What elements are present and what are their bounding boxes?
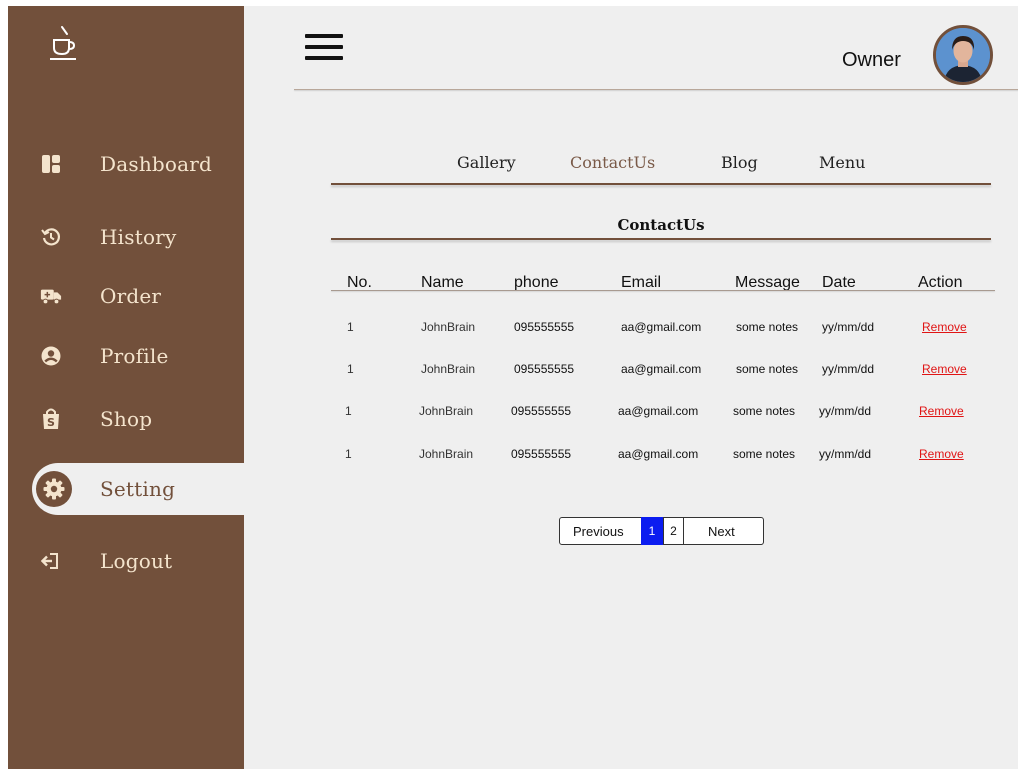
avatar[interactable] [933, 25, 993, 85]
svg-text:S: S [47, 416, 55, 429]
cell-date: yy/mm/dd [822, 362, 875, 376]
app-frame: Dashboard History Order Profile S Shop S… [8, 6, 1018, 769]
remove-link[interactable]: Remove [922, 320, 967, 334]
sidebar-item-dashboard[interactable]: Dashboard [8, 138, 244, 190]
logout-icon [40, 550, 62, 572]
cell-message: some notes [736, 320, 799, 334]
sidebar: Dashboard History Order Profile S Shop S… [8, 6, 244, 769]
tab-contactus[interactable]: ContactUs [570, 153, 655, 172]
cell-phone: 095555555 [514, 320, 575, 334]
user-name: Owner [842, 49, 901, 71]
hamburger-menu-icon[interactable] [305, 34, 343, 62]
cell-email: aa@gmail.com [618, 404, 699, 418]
history-icon [40, 226, 62, 248]
tab-blog[interactable]: Blog [721, 153, 758, 172]
cell-message: some notes [736, 362, 799, 376]
sidebar-item-label: Order [100, 284, 162, 308]
cell-phone: 095555555 [511, 404, 572, 418]
sidebar-item-logout[interactable]: Logout [8, 535, 244, 587]
cell-phone: 095555555 [514, 362, 575, 376]
sidebar-item-label: Shop [100, 407, 153, 431]
cell-no: 1 [347, 320, 354, 334]
cell-email: aa@gmail.com [621, 320, 702, 334]
sidebar-item-setting[interactable]: Setting [32, 463, 244, 515]
cell-message: some notes [733, 404, 796, 418]
cell-name: JohnBrain [421, 362, 476, 376]
cell-date: yy/mm/dd [819, 404, 872, 418]
cell-message: some notes [733, 447, 796, 461]
sidebar-item-label: Profile [100, 344, 169, 368]
coffee-cup-logo-icon[interactable] [48, 24, 78, 64]
cell-no: 1 [345, 404, 352, 418]
sidebar-item-label: Dashboard [100, 152, 213, 176]
tab-menu[interactable]: Menu [819, 153, 865, 172]
remove-link[interactable]: Remove [922, 362, 967, 376]
cell-name: JohnBrain [419, 447, 474, 461]
dashboard-icon [40, 153, 62, 175]
section-divider [331, 238, 991, 240]
cell-date: yy/mm/dd [822, 320, 875, 334]
remove-link[interactable]: Remove [919, 404, 964, 418]
header-divider [294, 89, 1018, 90]
pagination: Previous 1 2 Next [559, 517, 764, 545]
next-page-button[interactable]: Next [708, 524, 735, 539]
cell-no: 1 [347, 362, 354, 376]
tab-gallery[interactable]: Gallery [457, 153, 516, 172]
previous-page-button[interactable]: Previous [573, 524, 624, 539]
tabs-divider [331, 183, 991, 185]
sidebar-item-order[interactable]: Order [8, 270, 244, 322]
sidebar-item-label: Setting [100, 477, 176, 501]
sidebar-item-shop[interactable]: S Shop [8, 393, 244, 445]
sidebar-item-label: History [100, 225, 177, 249]
sidebar-item-profile[interactable]: Profile [8, 330, 244, 382]
truck-icon [40, 285, 62, 307]
cell-name: JohnBrain [419, 404, 474, 418]
cell-email: aa@gmail.com [621, 362, 702, 376]
sidebar-item-history[interactable]: History [8, 211, 244, 263]
cell-date: yy/mm/dd [819, 447, 872, 461]
remove-link[interactable]: Remove [919, 447, 964, 461]
page-1-button[interactable]: 1 [641, 517, 663, 545]
cell-email: aa@gmail.com [618, 447, 699, 461]
user-icon [40, 345, 62, 367]
sidebar-item-label: Logout [100, 549, 173, 573]
page-2-button[interactable]: 2 [663, 517, 684, 545]
section-title: ContactUs [617, 216, 705, 234]
shopping-bag-icon: S [40, 408, 62, 430]
table-header-divider [331, 290, 995, 291]
gear-icon [36, 471, 72, 507]
cell-no: 1 [345, 447, 352, 461]
cell-phone: 095555555 [511, 447, 572, 461]
cell-name: JohnBrain [421, 320, 476, 334]
